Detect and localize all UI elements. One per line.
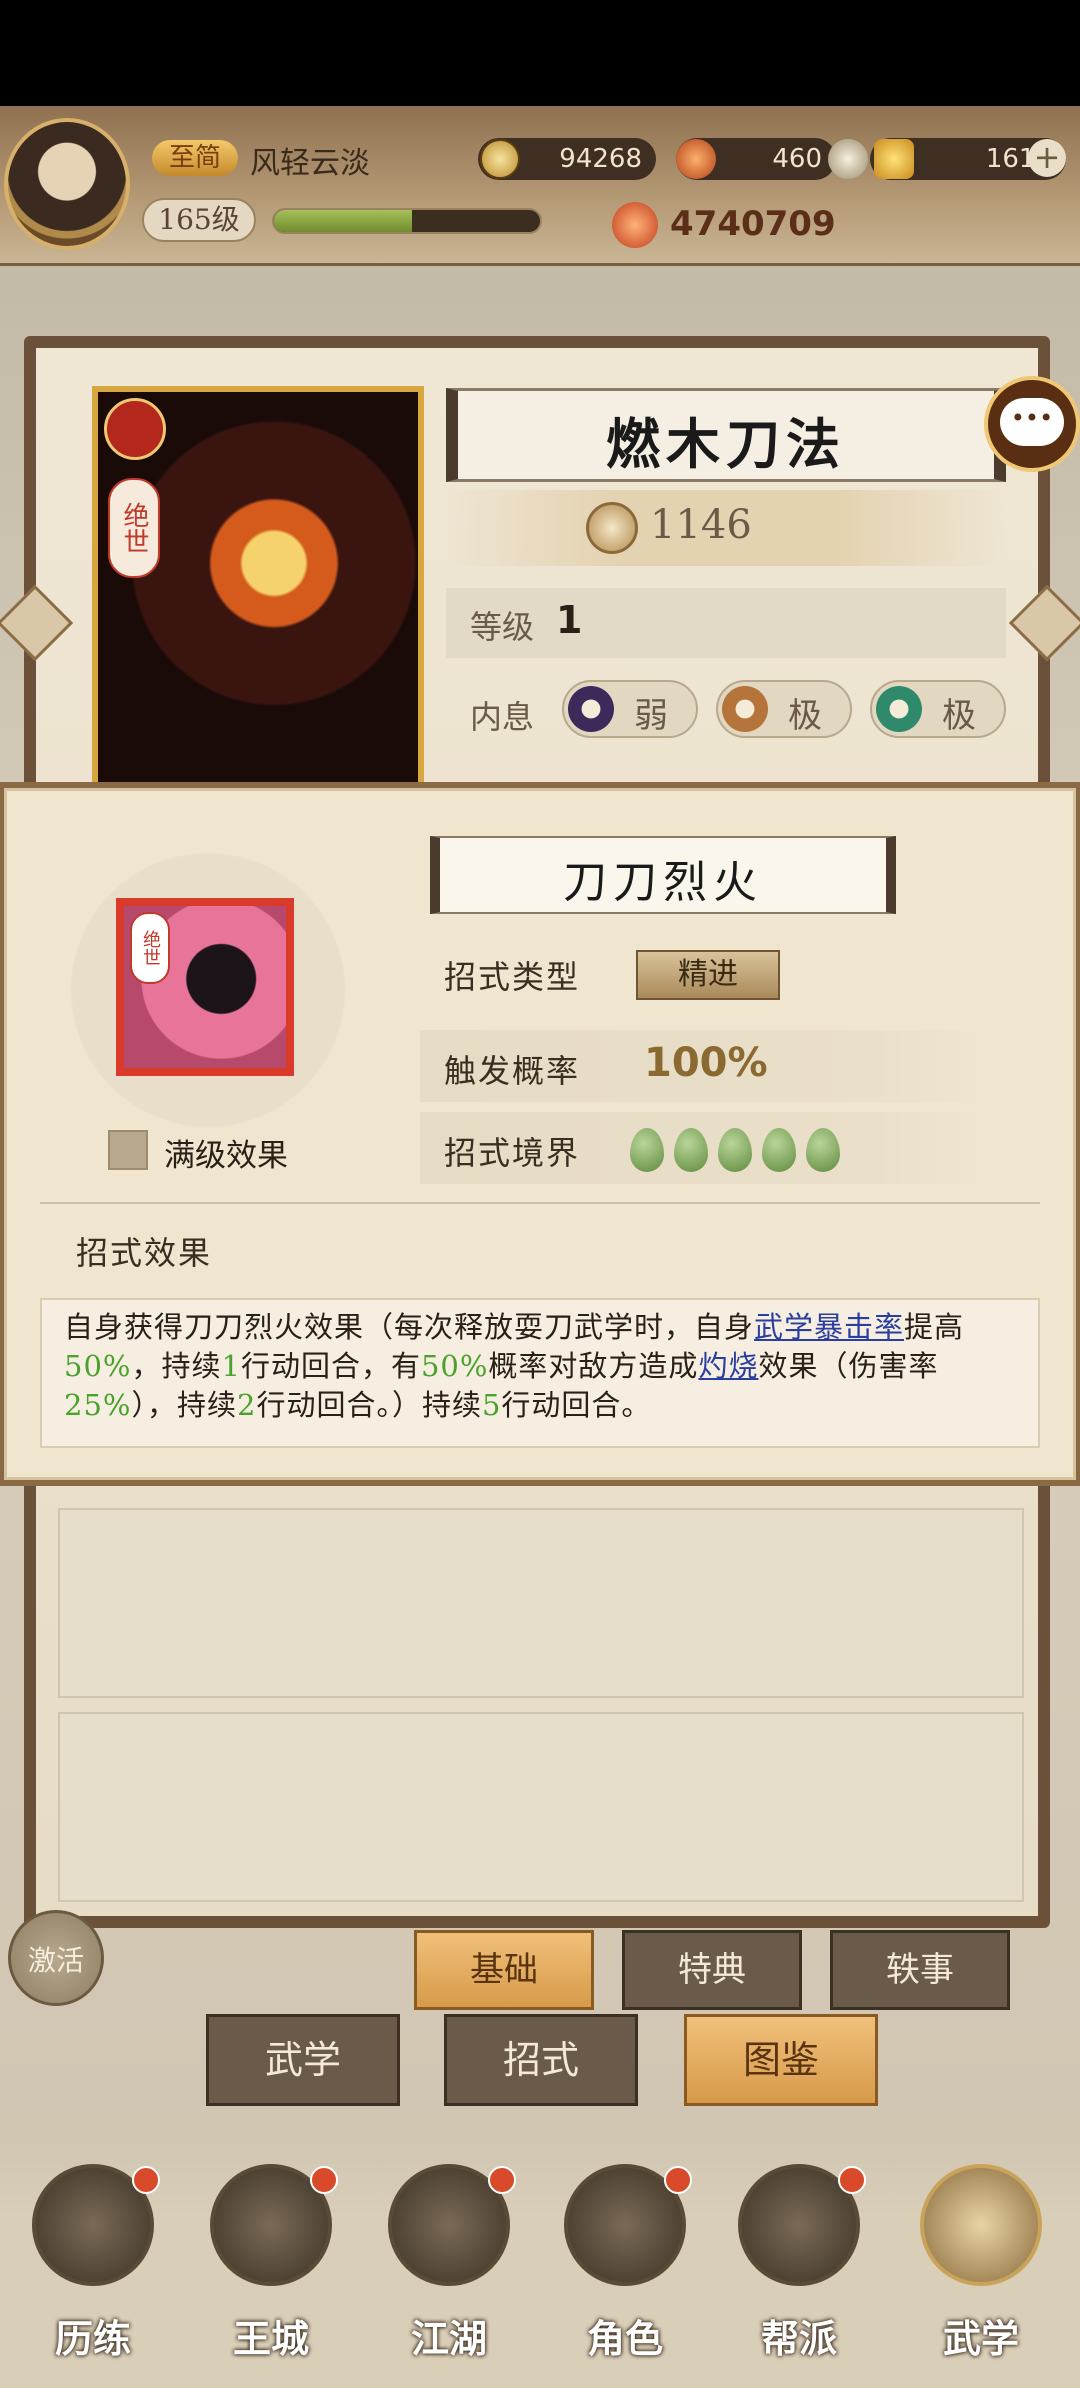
tab-anecdote[interactable]: 轶事 [830,1930,1010,2010]
neixi-value-3: 极 [942,696,976,736]
trigger-rate-value: 100% [644,1040,768,1086]
effect-description: 自身获得刀刀烈火效果（每次释放耍刀武学时，自身武学暴击率提高50%，持续1行动回… [64,1310,965,1422]
skill-power-value: 1146 [650,502,752,548]
notification-dot [664,2166,692,2194]
realm-drop-icon [674,1128,708,1172]
detail-slot-1 [58,1508,1024,1698]
move-title: 刀刀烈火 [563,857,763,908]
notification-dot [838,2166,866,2194]
trigger-rate-label: 触发概率 [444,1052,581,1090]
neixi-yang-icon [722,686,768,732]
scroll-icon [920,2164,1042,2286]
neixi-he-icon [876,686,922,732]
notification-dot [488,2166,516,2194]
nav-royal-city[interactable]: 王城 [196,2164,346,2388]
notification-dot [132,2166,160,2194]
nav-character[interactable]: 角色 [550,2164,700,2388]
skill-name: 燃木刀法 [606,412,846,476]
tab-moves[interactable]: 招式 [444,2014,638,2106]
combat-power-icon [612,202,658,248]
max-level-checkbox[interactable] [108,1130,148,1170]
detail-slot-2 [58,1712,1024,1902]
add-gold-icon[interactable]: + [1028,139,1066,177]
neixi-value-1: 弱 [634,696,668,736]
realm-drop-icon [718,1128,752,1172]
tab-martial-arts[interactable]: 武学 [206,2014,400,2106]
level-value: 1 [556,598,583,642]
nav-guild[interactable]: 帮派 [724,2164,874,2388]
player-header [0,106,1080,266]
realm-drop-icon [806,1128,840,1172]
nav-martial-arts[interactable]: 武学 [906,2164,1056,2388]
skill-power-icon [586,502,638,554]
effect-heading: 招式效果 [76,1234,213,1272]
nav-jianghu[interactable]: 江湖 [374,2164,524,2388]
gold-ingot-icon [874,139,914,179]
burn-link[interactable]: 灼烧 [698,1349,758,1383]
tab-basic[interactable]: 基础 [414,1930,594,2010]
stamina-icon [676,139,716,179]
coin-icon [480,139,520,179]
rarity-tag: 绝世 [108,478,160,578]
realm-drop-icon [630,1128,664,1172]
vip-badge[interactable]: 至简 [152,140,238,176]
move-rarity-tag: 绝世 [130,912,170,984]
stamina-add-icon[interactable] [828,139,868,179]
exp-bar [272,208,542,234]
realm-label: 招式境界 [444,1134,581,1172]
tab-codex[interactable]: 图鉴 [684,2014,878,2106]
tab-special[interactable]: 特典 [622,1930,802,2010]
combat-power: 4740709 [670,204,836,244]
exp-bar-fill [274,210,413,232]
crit-rate-link[interactable]: 武学暴击率 [754,1310,904,1344]
max-level-label[interactable]: 满级效果 [164,1130,288,1175]
school-emblem-icon [104,398,166,460]
nav-training[interactable]: 历练 [18,2164,168,2388]
level-label: 等级 [470,608,535,646]
neixi-label: 内息 [470,698,535,736]
neixi-value-2: 极 [788,696,822,736]
player-avatar[interactable] [4,118,130,250]
notification-dot [310,2166,338,2194]
activate-button[interactable]: 激活 [8,1910,104,2006]
divider [40,1202,1040,1204]
player-level: 165级 [142,198,256,242]
move-type-label: 招式类型 [444,958,581,996]
status-bar [0,0,1080,106]
chat-icon[interactable]: ••• [1000,398,1064,446]
neixi-yin-icon [568,686,614,732]
realm-drop-icon [762,1128,796,1172]
player-name: 风轻云淡 [250,146,370,181]
move-type-badge: 精进 [636,950,780,1000]
